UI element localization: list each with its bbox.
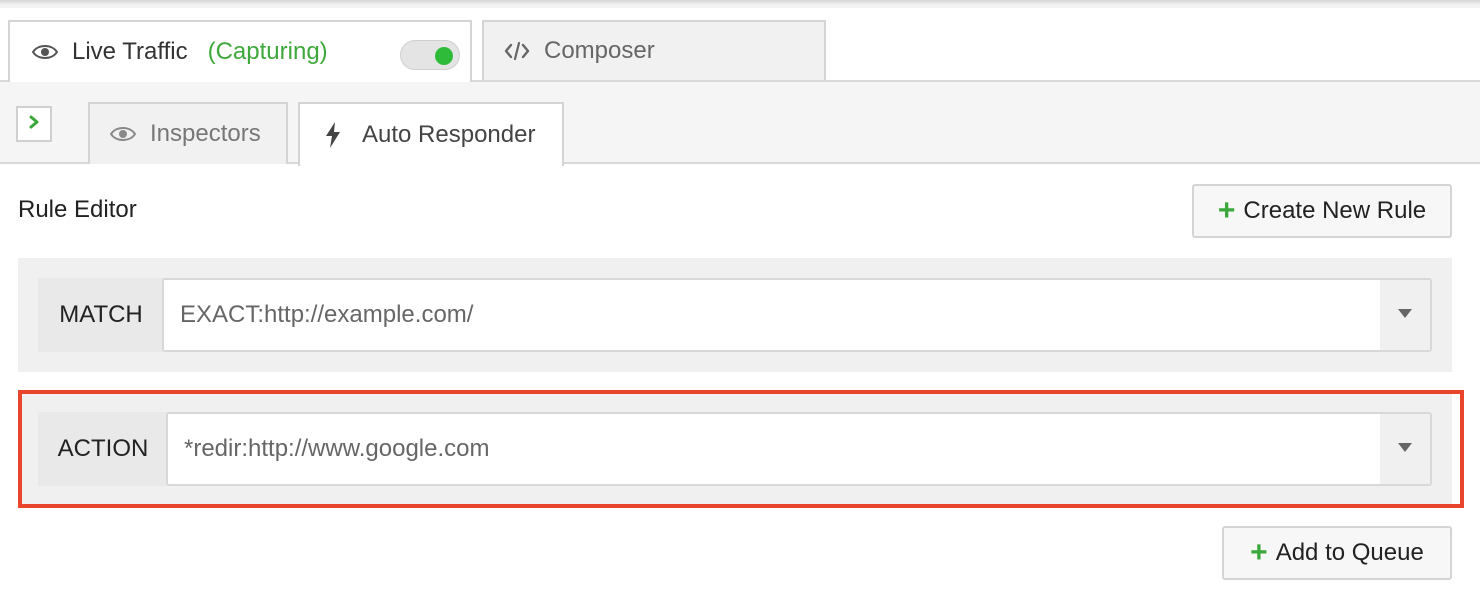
create-new-rule-label: Create New Rule (1243, 197, 1427, 224)
tab-auto-responder[interactable]: Auto Responder (298, 102, 564, 166)
action-dropdown-button[interactable] (1380, 414, 1430, 484)
secondary-tab-bar: Inspectors Auto Responder (0, 82, 1480, 166)
tab-live-traffic-label: Live Traffic (72, 38, 188, 65)
create-new-rule-button[interactable]: + Create New Rule (1192, 184, 1452, 238)
expand-panel-button[interactable] (16, 106, 52, 142)
add-to-queue-button[interactable]: + Add to Queue (1222, 526, 1452, 580)
add-to-queue-label: Add to Queue (1275, 539, 1424, 566)
match-combobox[interactable]: EXACT:http://example.com/ (162, 278, 1432, 352)
eye-icon (110, 121, 136, 147)
tab-composer-label: Composer (544, 37, 655, 64)
code-icon (504, 38, 530, 64)
match-row: MATCH EXACT:http://example.com/ (18, 258, 1452, 372)
lightning-icon (320, 122, 346, 148)
tab-inspectors[interactable]: Inspectors (88, 102, 288, 164)
match-label: MATCH (38, 278, 164, 352)
action-row: ACTION *redir:http://www.google.com (18, 392, 1452, 506)
caret-down-icon (1397, 440, 1413, 458)
main-tab-bar: Live Traffic (Capturing) Composer (0, 0, 1480, 82)
tab-composer[interactable]: Composer (482, 20, 826, 80)
plus-icon: + (1250, 536, 1268, 569)
toggle-knob (435, 47, 453, 65)
action-value[interactable]: *redir:http://www.google.com (168, 435, 1380, 463)
tab-auto-responder-label: Auto Responder (362, 121, 536, 148)
capture-toggle[interactable] (400, 40, 460, 70)
tab-inspectors-label: Inspectors (150, 120, 261, 147)
tab-live-traffic[interactable]: Live Traffic (Capturing) (8, 20, 472, 82)
caret-down-icon (1397, 306, 1413, 324)
action-combobox[interactable]: *redir:http://www.google.com (166, 412, 1432, 486)
rule-editor-title: Rule Editor (18, 196, 137, 223)
plus-icon: + (1217, 194, 1236, 227)
match-dropdown-button[interactable] (1380, 280, 1430, 350)
action-label: ACTION (38, 412, 168, 486)
eye-icon (32, 39, 58, 65)
match-value[interactable]: EXACT:http://example.com/ (164, 301, 1380, 329)
capturing-status: (Capturing) (207, 38, 328, 65)
chevron-right-icon (27, 114, 41, 135)
